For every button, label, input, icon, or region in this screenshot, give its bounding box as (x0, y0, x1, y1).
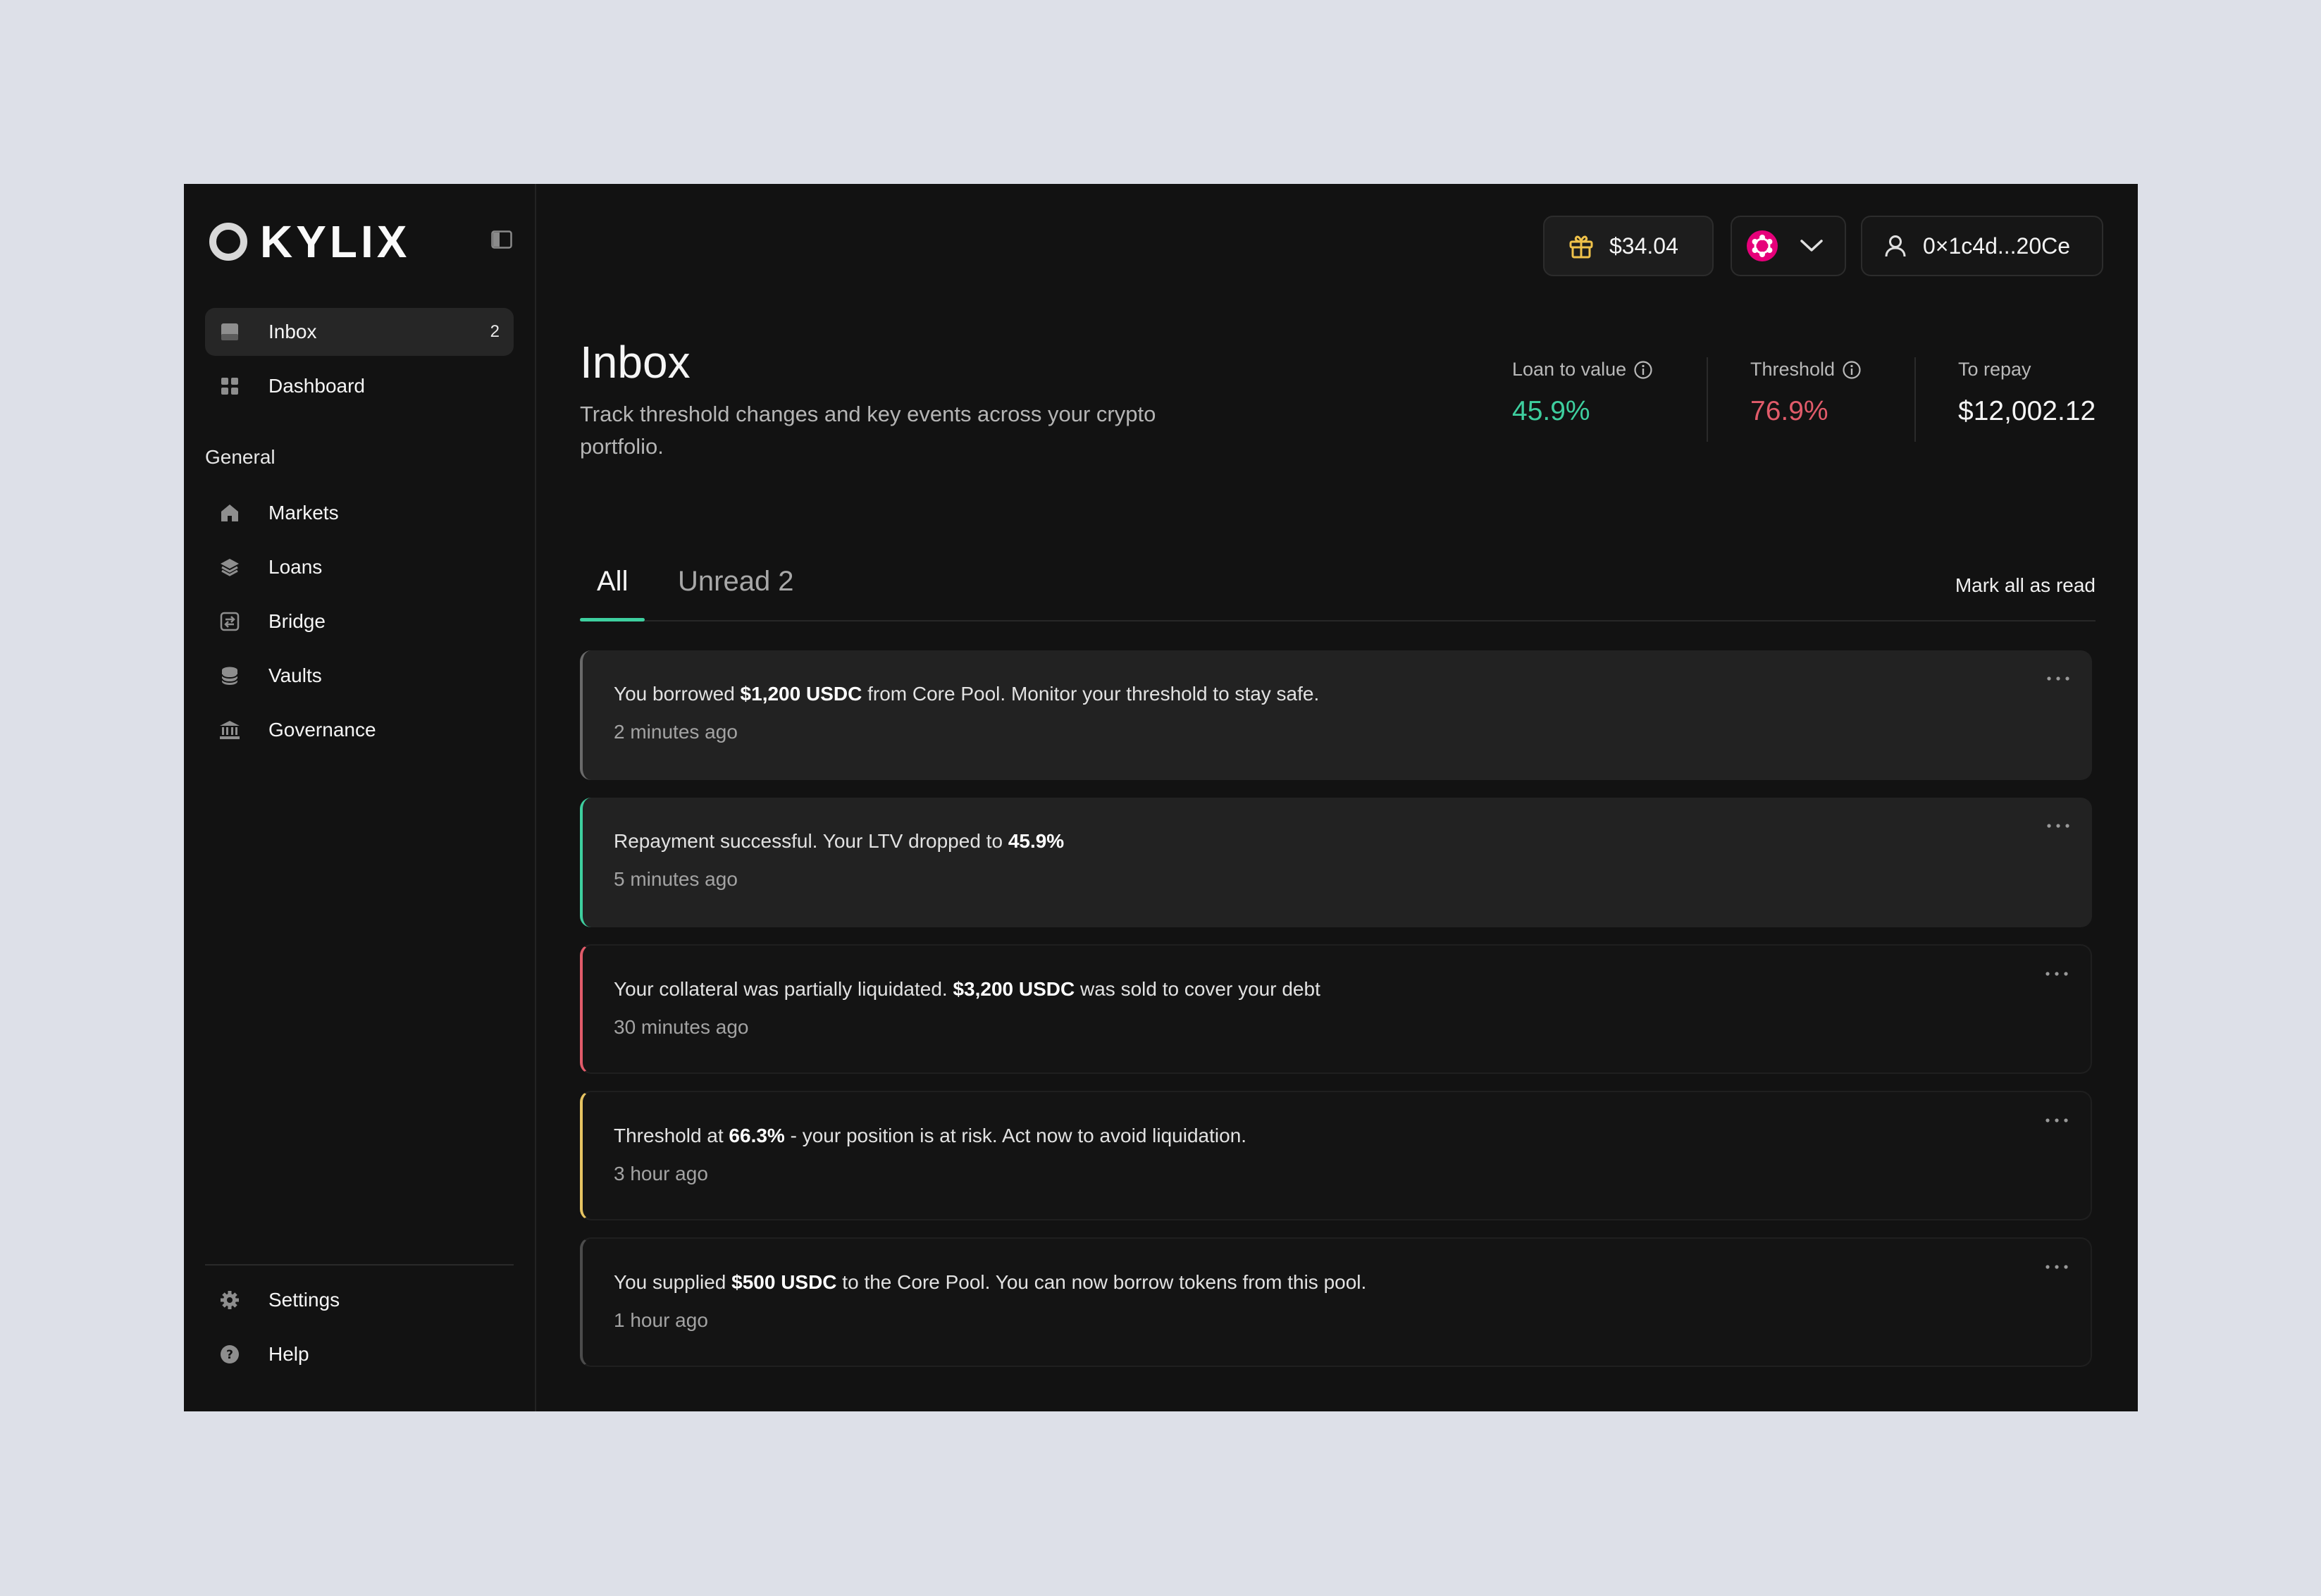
layers-icon (219, 557, 240, 578)
sidebar-item-dashboard[interactable]: Dashboard (205, 362, 514, 410)
app-window: KYLIX Inbox 2 Dashboard General Markets … (184, 184, 2138, 1411)
sidebar-item-label: Bridge (268, 610, 326, 632)
network-selector[interactable] (1731, 216, 1846, 276)
inbox-count-badge: 2 (490, 322, 500, 341)
footer-nav: Settings ? Help (205, 1276, 514, 1385)
sidebar-item-label: Help (268, 1343, 309, 1365)
sidebar-item-vaults[interactable]: Vaults (205, 652, 514, 700)
notification-time: 1 hour ago (614, 1309, 708, 1331)
stat-divider (1707, 357, 1708, 442)
gear-icon (219, 1289, 240, 1311)
rewards-button[interactable]: $34.04 (1543, 216, 1714, 276)
more-options-icon[interactable] (2045, 674, 2071, 683)
active-tab-indicator (580, 618, 645, 621)
notification-message: Repayment successful. Your LTV dropped t… (614, 830, 1065, 852)
help-icon: ? (219, 1344, 240, 1365)
sidebar-collapse-icon[interactable] (491, 230, 512, 249)
database-icon (219, 665, 240, 686)
sidebar-item-help[interactable]: ? Help (205, 1330, 514, 1378)
sidebar-item-label: Loans (268, 556, 323, 578)
more-options-icon[interactable] (2044, 1116, 2069, 1125)
brand-name: KYLIX (260, 216, 411, 267)
sidebar-item-label: Settings (268, 1289, 340, 1311)
stat-value-repay: $12,002.12 (1958, 396, 2096, 426)
primary-nav: Inbox 2 Dashboard (205, 308, 514, 416)
stat-to-repay: To repay $12,002.12 (1958, 359, 2096, 427)
tab-all[interactable]: All (597, 566, 628, 598)
sidebar-section-general: General (205, 446, 276, 468)
wallet-address: 0×1c4d...20Ce (1923, 233, 2071, 259)
gift-icon (1569, 235, 1593, 259)
sidebar-item-loans[interactable]: Loans (205, 543, 514, 591)
more-options-icon[interactable] (2044, 1263, 2069, 1271)
bridge-icon (219, 611, 240, 632)
notification-time: 5 minutes ago (614, 868, 738, 890)
stat-label: Threshold (1750, 359, 1836, 380)
page-title: Inbox (580, 337, 691, 388)
stat-divider (1914, 357, 1916, 442)
main-content: $34.04 0×1c4d...20Ce Inbox Track thresho… (536, 184, 2138, 1411)
polkadot-network-icon (1747, 230, 1778, 261)
sidebar-item-settings[interactable]: Settings (205, 1276, 514, 1324)
notification-message: Threshold at 66.3% - your position is at… (614, 1125, 1247, 1146)
sidebar-item-inbox[interactable]: Inbox 2 (205, 308, 514, 356)
sidebar-item-label: Vaults (268, 664, 322, 686)
inbox-icon (219, 321, 240, 342)
notification-message: You borrowed $1,200 USDC from Core Pool.… (614, 683, 1320, 705)
user-icon (1885, 235, 1906, 257)
sidebar-item-governance[interactable]: Governance (205, 706, 514, 754)
sidebar-item-label: Inbox (268, 321, 317, 342)
stat-threshold: Threshold 76.9% (1750, 359, 1862, 427)
sidebar-item-label: Markets (268, 502, 339, 524)
dashboard-icon (219, 376, 240, 397)
tab-unread[interactable]: Unread 2 (678, 566, 794, 598)
chevron-down-icon (1800, 240, 1823, 252)
home-icon (219, 502, 240, 524)
stat-label: Loan to value (1512, 359, 1627, 380)
notification-item[interactable]: You borrowed $1,200 USDC from Core Pool.… (580, 650, 2092, 780)
stat-value-threshold: 76.9% (1750, 396, 1828, 426)
more-options-icon[interactable] (2044, 970, 2069, 978)
notification-item[interactable]: Your collateral was partially liquidated… (580, 944, 2092, 1074)
sidebar-item-label: Dashboard (268, 375, 365, 397)
page-subtitle: Track threshold changes and key events a… (580, 402, 1156, 459)
notification-message: You supplied $500 USDC to the Core Pool.… (614, 1271, 1367, 1293)
sidebar-item-label: Governance (268, 719, 376, 741)
sidebar-divider (205, 1264, 514, 1266)
notification-message: Your collateral was partially liquidated… (614, 978, 1320, 1000)
notification-time: 30 minutes ago (614, 1016, 749, 1038)
info-icon[interactable] (1633, 360, 1653, 380)
sidebar: KYLIX Inbox 2 Dashboard General Markets … (184, 184, 536, 1411)
sidebar-item-bridge[interactable]: Bridge (205, 598, 514, 645)
svg-text:?: ? (226, 1348, 233, 1362)
bank-icon (219, 719, 240, 741)
sidebar-item-markets[interactable]: Markets (205, 489, 514, 537)
stat-value-ltv: 45.9% (1512, 396, 1590, 426)
notification-item[interactable]: Threshold at 66.3% - your position is at… (580, 1091, 2092, 1220)
notification-item[interactable]: You supplied $500 USDC to the Core Pool.… (580, 1237, 2092, 1367)
stat-label: To repay (1958, 359, 2031, 380)
more-options-icon[interactable] (2045, 822, 2071, 830)
kylix-logo-icon (209, 223, 247, 261)
notification-item[interactable]: Repayment successful. Your LTV dropped t… (580, 798, 2092, 927)
info-icon[interactable] (1842, 360, 1862, 380)
inbox-tabs: All Unread 2 Mark all as read (580, 550, 2096, 621)
notification-time: 3 hour ago (614, 1163, 708, 1184)
notification-time: 2 minutes ago (614, 721, 738, 743)
stat-loan-to-value: Loan to value 45.9% (1512, 359, 1653, 427)
general-nav: Markets Loans Bridge Vaults Governance (205, 489, 514, 760)
brand-logo[interactable]: KYLIX (209, 219, 410, 264)
mark-all-read-button[interactable]: Mark all as read (1955, 574, 2096, 597)
wallet-button[interactable]: 0×1c4d...20Ce (1861, 216, 2103, 276)
reward-amount: $34.04 (1609, 233, 1678, 259)
